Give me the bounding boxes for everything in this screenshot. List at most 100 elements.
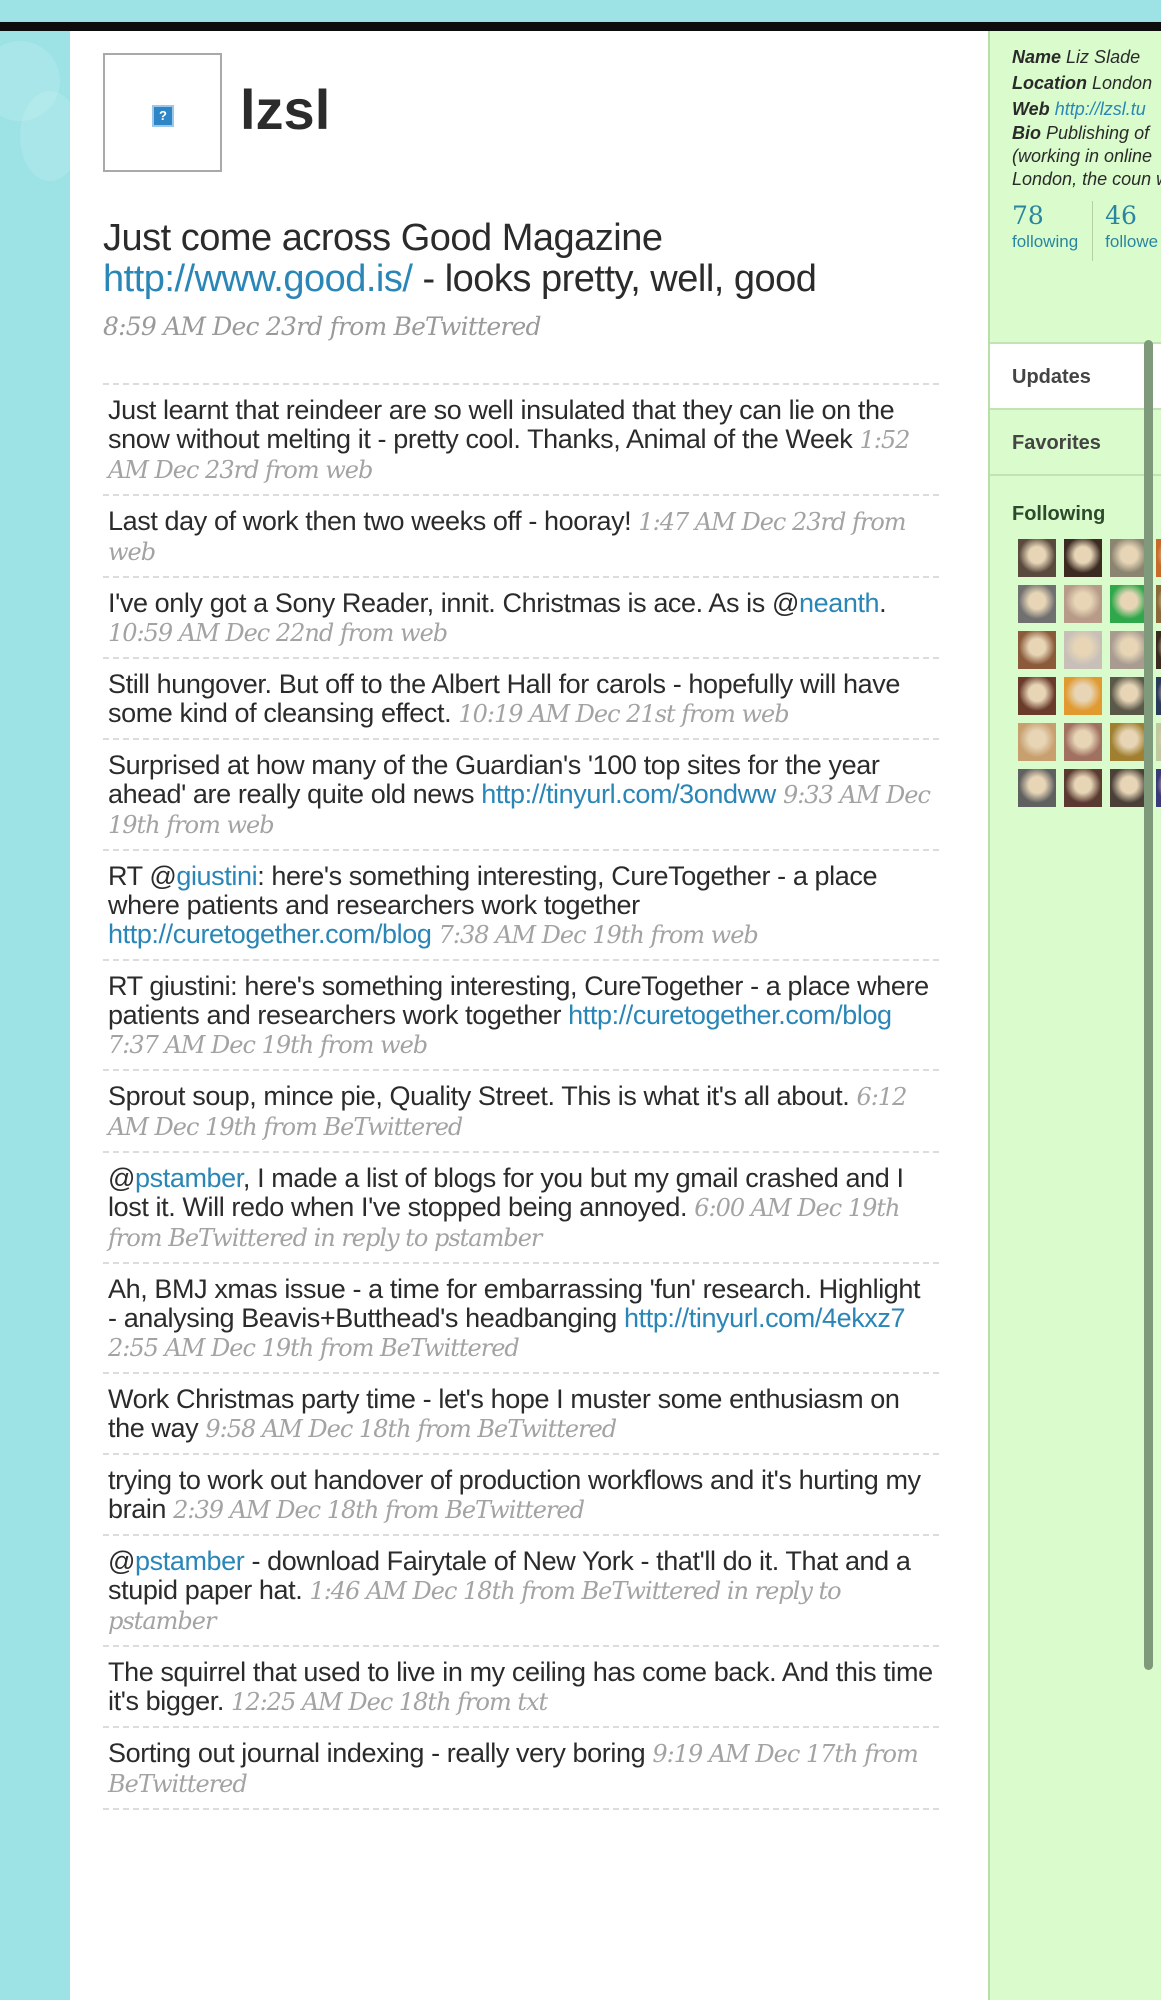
- following-avatar[interactable]: [1156, 539, 1161, 577]
- tweet-item: RT @giustini: here's something interesti…: [103, 849, 939, 959]
- following-avatar[interactable]: [1110, 769, 1148, 807]
- web-link[interactable]: http://lzsl.tu: [1055, 99, 1146, 119]
- tweet-item: trying to work out handover of productio…: [103, 1453, 939, 1534]
- following-avatar[interactable]: [1018, 539, 1056, 577]
- tweet-text: RT @: [108, 861, 177, 891]
- bio-label: Bio: [1012, 123, 1041, 143]
- name-value: Liz Slade: [1066, 47, 1141, 67]
- following-avatar[interactable]: [1110, 723, 1148, 761]
- latest-tweet-text: Just come across Good Magazine http://ww…: [103, 218, 913, 300]
- following-avatar[interactable]: [1156, 723, 1161, 761]
- profile-web: Web http://lzsl.tu: [1012, 96, 1161, 122]
- tweet-text: Sprout soup, mince pie, Quality Street. …: [108, 1081, 850, 1111]
- tweet-text: - looks pretty, well, good: [412, 258, 817, 300]
- following-avatar[interactable]: [1064, 585, 1102, 623]
- tweet-link[interactable]: http://www.good.is/: [103, 258, 413, 300]
- tweet-link[interactable]: neanth: [799, 588, 880, 618]
- tweet-link[interactable]: pstamber: [135, 1163, 243, 1193]
- profile-location: Location London: [1012, 70, 1161, 96]
- top-bar: [0, 22, 1161, 31]
- tweet-text: Just learnt that reindeer are so well in…: [108, 395, 895, 454]
- following-avatar[interactable]: [1064, 677, 1102, 715]
- latest-tweet: Just come across Good Magazine http://ww…: [103, 218, 913, 342]
- tweet-link[interactable]: http://curetogether.com/blog: [568, 1000, 892, 1030]
- sidebar: Name Liz Slade Location London Web http:…: [988, 31, 1161, 2000]
- page-background-top: [0, 0, 1161, 21]
- tweet-meta[interactable]: 10:59 AM Dec 22nd from web: [108, 619, 448, 647]
- tweet-meta[interactable]: 9:58 AM Dec 18th from BeTwittered: [205, 1415, 617, 1443]
- tweet-link[interactable]: http://tinyurl.com/4ekxz7: [624, 1303, 906, 1333]
- tweet-link[interactable]: giustini: [176, 861, 257, 891]
- profile-info: Name Liz Slade Location London Web http:…: [990, 31, 1161, 191]
- tweet-item: Ah, BMJ xmas issue - a time for embarras…: [103, 1262, 939, 1372]
- tweet-meta[interactable]: 2:39 AM Dec 18th from BeTwittered: [173, 1496, 585, 1524]
- following-stat[interactable]: 78 following: [1012, 201, 1092, 261]
- profile-avatar[interactable]: ?: [103, 53, 222, 172]
- tweet-item: Sorting out journal indexing - really ve…: [103, 1726, 939, 1810]
- tweet-item: I've only got a Sony Reader, innit. Chri…: [103, 576, 939, 657]
- nav-divider: [990, 474, 1161, 476]
- profile-name: Name Liz Slade: [1012, 44, 1161, 70]
- following-avatar[interactable]: [1110, 585, 1148, 623]
- following-avatar[interactable]: [1110, 631, 1148, 669]
- followers-stat[interactable]: 46 followe: [1092, 201, 1161, 261]
- following-avatar[interactable]: [1156, 769, 1161, 807]
- tweet-meta[interactable]: 12:25 AM Dec 18th from txt: [231, 1688, 548, 1716]
- tweet-link[interactable]: http://tinyurl.com/3ondww: [481, 779, 776, 809]
- tweet-meta[interactable]: 7:37 AM Dec 19th from web: [108, 1031, 428, 1059]
- tweet-text: Just come across Good Magazine: [103, 217, 663, 259]
- following-avatar[interactable]: [1064, 631, 1102, 669]
- following-avatar[interactable]: [1064, 723, 1102, 761]
- followers-count: 46: [1105, 201, 1137, 230]
- following-title: Following: [1012, 503, 1106, 525]
- followers-label: followe: [1105, 232, 1159, 251]
- tweet-item: Work Christmas party time - let's hope I…: [103, 1372, 939, 1453]
- location-value: London: [1092, 73, 1153, 93]
- tweet-text: Last day of work then two weeks off - ho…: [108, 506, 632, 536]
- profile-bio: Bio Publishing of (working in online Lon…: [1012, 122, 1161, 191]
- tweet-item: RT giustini: here's something interestin…: [103, 959, 939, 1069]
- web-label: Web: [1012, 99, 1050, 119]
- tweet-item: Still hungover. But off to the Albert Ha…: [103, 657, 939, 738]
- main-content: ? lzsl Just come across Good Magazine ht…: [70, 31, 988, 2000]
- following-avatar[interactable]: [1018, 631, 1056, 669]
- tweet-item: Surprised at how many of the Guardian's …: [103, 738, 939, 849]
- tweet-meta[interactable]: 2:55 AM Dec 19th from BeTwittered: [108, 1334, 520, 1362]
- nav-updates[interactable]: Updates: [990, 342, 1161, 408]
- following-count: 78: [1012, 201, 1044, 230]
- tweet-text: @: [108, 1546, 136, 1576]
- following-avatar[interactable]: [1156, 677, 1161, 715]
- page-background-left: [0, 31, 80, 2000]
- tweet-text: .: [879, 588, 887, 618]
- name-label: Name: [1012, 47, 1062, 67]
- following-avatar[interactable]: [1064, 539, 1102, 577]
- following-avatar[interactable]: [1018, 769, 1056, 807]
- location-label: Location: [1012, 73, 1087, 93]
- broken-image-icon: ?: [152, 105, 174, 127]
- following-avatar[interactable]: [1018, 677, 1056, 715]
- following-avatar[interactable]: [1110, 677, 1148, 715]
- tweet-item: The squirrel that used to live in my cei…: [103, 1645, 939, 1726]
- following-avatar[interactable]: [1018, 723, 1056, 761]
- tweet-text: Sorting out journal indexing - really ve…: [108, 1738, 646, 1768]
- timeline: Just learnt that reindeer are so well in…: [103, 383, 939, 1810]
- tweet-meta[interactable]: 7:38 AM Dec 19th from web: [439, 921, 759, 949]
- following-label: following: [1012, 232, 1079, 251]
- tweet-link[interactable]: pstamber: [135, 1546, 245, 1576]
- nav-favorites[interactable]: Favorites: [990, 408, 1161, 474]
- following-avatar[interactable]: [1156, 585, 1161, 623]
- following-avatar[interactable]: [1110, 539, 1148, 577]
- following-avatar[interactable]: [1156, 631, 1161, 669]
- tweet-item: Last day of work then two weeks off - ho…: [103, 494, 939, 576]
- tweet-text: I've only got a Sony Reader, innit. Chri…: [108, 588, 799, 618]
- tweet-link[interactable]: http://curetogether.com/blog: [108, 919, 432, 949]
- latest-tweet-meta[interactable]: 8:59 AM Dec 23rd from BeTwittered: [103, 312, 913, 341]
- following-avatar[interactable]: [1064, 769, 1102, 807]
- profile-stats: 78 following 46 followe: [1012, 201, 1161, 261]
- scrollbar[interactable]: [1144, 340, 1153, 1670]
- tweet-meta[interactable]: 10:19 AM Dec 21st from web: [458, 700, 789, 728]
- tweet-item: @pstamber, I made a list of blogs for yo…: [103, 1151, 939, 1262]
- tweet-item: Just learnt that reindeer are so well in…: [103, 383, 939, 494]
- following-avatar[interactable]: [1018, 585, 1056, 623]
- tweet-text: @: [108, 1163, 136, 1193]
